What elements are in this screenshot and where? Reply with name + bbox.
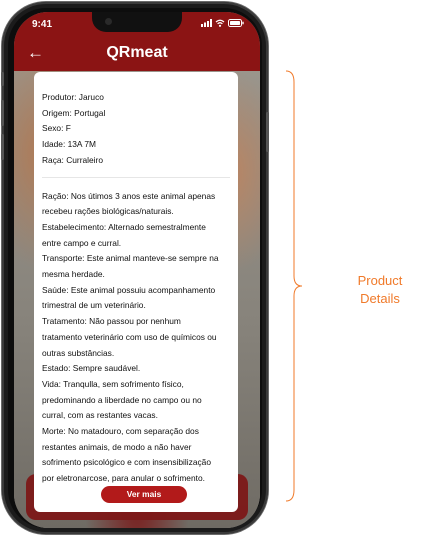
curly-brace-icon — [285, 70, 303, 502]
app-header: ← QRmeat — [14, 36, 260, 71]
phone-frame: 9:41 ← QRmeat Produtor: Jaruco Origem: P… — [1, 2, 269, 534]
signal-icon — [201, 19, 212, 27]
app-title: QRmeat — [106, 44, 168, 61]
product-details-annotation: Product Details — [350, 272, 410, 308]
death-line-cont: restantes animais, de modo a não haver — [42, 441, 192, 452]
sex-line: Sexo: F — [42, 123, 71, 134]
death-line-cont-2: sofrimento psicológico e com insensibili… — [42, 457, 211, 468]
housing-line-cont: entre campo e curral. — [42, 237, 122, 248]
age-line: Idade: 13A 7M — [42, 139, 97, 150]
basic-info: Produtor: Jaruco Origem: Portugal Sexo: … — [42, 90, 230, 169]
housing-line: Estabelecimento: Alternado semestralment… — [42, 221, 206, 232]
death-line: Morte: No matadouro, com separação dos — [42, 426, 199, 437]
life-line: Vida: Tranqulla, sem sofrimento físico, — [42, 378, 184, 389]
origin-line: Origem: Portugal — [42, 107, 106, 118]
health-line: Saúde: Este animal possuiu acompanhament… — [42, 284, 216, 295]
camera-notch — [92, 12, 182, 32]
volume-down-button — [1, 134, 4, 160]
annotation-line-1: Product — [357, 273, 403, 288]
transport-line-cont: mesma herdade. — [42, 269, 105, 280]
mute-switch — [1, 72, 4, 86]
detail-info: Ração: Nos útimos 3 anos este animal ape… — [42, 189, 230, 487]
product-details-card: Produtor: Jaruco Origem: Portugal Sexo: … — [34, 72, 238, 512]
status-time: 9:41 — [32, 19, 53, 30]
death-line-cont-3: por eletronarcose, para anular o sofrime… — [42, 473, 205, 484]
state-line: Estado: Sempre saudável. — [42, 363, 141, 374]
feed-line: Ração: Nos útimos 3 anos este animal ape… — [42, 190, 216, 201]
treatment-line-cont: tratamento veterinário com uso de químic… — [42, 331, 217, 342]
status-icons — [201, 19, 244, 27]
phone-screen: 9:41 ← QRmeat Produtor: Jaruco Origem: P… — [14, 12, 260, 528]
transport-line: Transporte: Este animal manteve-se sempr… — [42, 253, 219, 264]
volume-up-button — [1, 100, 4, 126]
breed-line: Raça: Curraleiro — [42, 154, 103, 165]
battery-icon — [228, 19, 244, 27]
health-line-cont: trimestral de um veterinário. — [42, 300, 146, 311]
see-more-button[interactable]: Ver mais — [101, 486, 187, 503]
annotation-line-2: Details — [360, 291, 400, 306]
wifi-icon — [215, 19, 225, 27]
camera-icon — [105, 18, 112, 25]
treatment-line: Tratamento: Não passou por nenhum — [42, 316, 181, 327]
life-line-cont: predominando a liberdade no campo ou no — [42, 394, 202, 405]
producer-line: Produtor: Jaruco — [42, 92, 104, 102]
feed-line-cont: recebeu rações biológicas/naturais. — [42, 206, 174, 217]
treatment-line-cont-2: outras substâncias. — [42, 347, 115, 358]
divider — [42, 176, 230, 178]
life-line-cont-2: curral, com as restantes vacas. — [42, 410, 158, 421]
power-button — [266, 112, 269, 152]
